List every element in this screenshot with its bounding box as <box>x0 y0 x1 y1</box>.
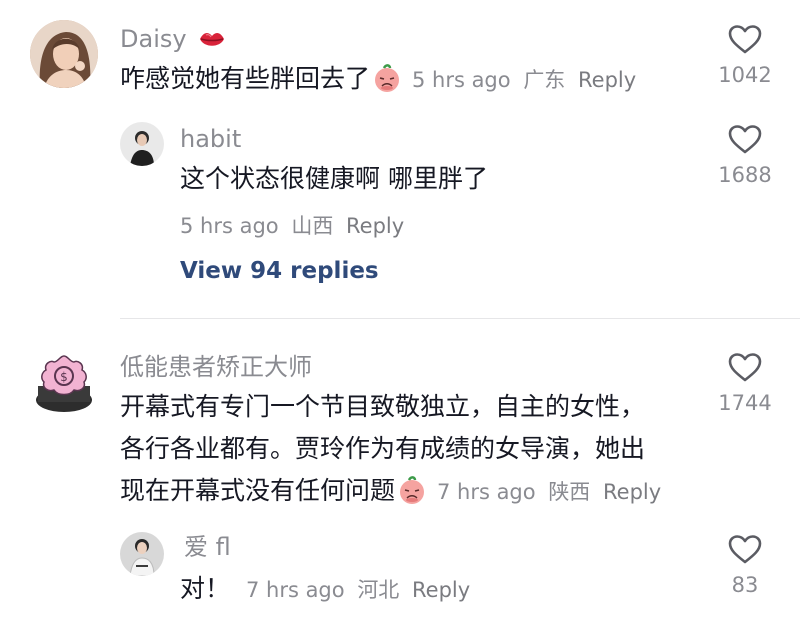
comment-text: 对！ 7 hrs ago 河北 Reply <box>180 568 470 611</box>
avatar-image <box>30 20 98 88</box>
comment-meta: 7 hrs ago 陕西 Reply <box>437 480 661 504</box>
like-count: 1042 <box>718 63 772 87</box>
username[interactable]: Daisy <box>120 24 228 58</box>
username-text[interactable]: Daisy <box>120 25 187 53</box>
username[interactable]: habit <box>180 124 241 154</box>
comment-meta: 5 hrs ago 广东 Reply <box>412 68 636 92</box>
peach-face-icon <box>397 475 427 518</box>
reply-button[interactable]: Reply <box>578 68 636 92</box>
avatar-image <box>120 532 164 576</box>
reply-button[interactable]: Reply <box>346 214 404 238</box>
timestamp: 7 hrs ago <box>245 578 345 602</box>
comment-meta: 5 hrs ago 山西 Reply <box>180 210 404 240</box>
location: 山西 <box>291 214 334 238</box>
heart-icon[interactable] <box>728 534 762 564</box>
lips-icon <box>198 28 226 58</box>
username[interactable]: 低能患者矫正大师 <box>120 352 312 382</box>
comment-meta: 7 hrs ago 河北 Reply <box>246 578 470 602</box>
like-button[interactable]: 83 <box>710 534 780 598</box>
avatar[interactable] <box>120 532 164 576</box>
avatar[interactable] <box>120 122 164 166</box>
comment-body: 现在开幕式没有任何问题 <box>120 476 396 505</box>
location: 河北 <box>357 578 400 602</box>
view-replies-link[interactable]: View 94 replies <box>180 258 379 284</box>
timestamp: 5 hrs ago <box>180 214 279 238</box>
divider <box>120 318 800 319</box>
reply-button[interactable]: Reply <box>603 480 661 504</box>
comment-body: 咋感觉她有些胖回去了 <box>120 64 371 93</box>
like-count: 1744 <box>718 391 772 415</box>
comment-line: 开幕式有专门一个节目致敬独立，自主的女性， <box>120 392 646 421</box>
avatar[interactable]: $ <box>30 350 98 418</box>
username[interactable]: 爱 fl <box>184 532 231 562</box>
avatar[interactable] <box>30 20 98 88</box>
heart-icon[interactable] <box>728 24 762 54</box>
comment-text: 这个状态很健康啊 哪里胖了 <box>180 164 488 193</box>
location: 广东 <box>523 68 566 92</box>
timestamp: 5 hrs ago <box>411 68 511 92</box>
reply-ai-fl: 爱 fl 对！ 7 hrs ago 河北 Reply 83 <box>0 520 800 625</box>
avatar-image <box>120 122 164 166</box>
comment-body: 对！ <box>180 574 231 603</box>
avatar-image: $ <box>30 350 98 418</box>
comment-text: 咋感觉她有些胖回去了 5 hrs ago 广东 Reply <box>120 58 636 106</box>
heart-icon[interactable] <box>728 352 762 382</box>
reply-button[interactable]: Reply <box>412 578 470 602</box>
like-count: 1688 <box>718 163 772 187</box>
comment-text: 开幕式有专门一个节目致敬独立，自主的女性， 各行各业都有。贾玲作为有成绩的女导演… <box>120 386 661 518</box>
svg-text:$: $ <box>60 370 68 384</box>
peach-face-icon <box>372 63 402 106</box>
comment-master: $ 低能患者矫正大师 开幕式有专门一个节目致敬独立，自主的女性， 各行各业都有。… <box>0 320 800 520</box>
comment-line: 各行各业都有。贾玲作为有成绩的女导演，她出 <box>120 434 646 463</box>
timestamp: 7 hrs ago <box>436 480 536 504</box>
like-button[interactable]: 1688 <box>710 124 780 188</box>
location: 陕西 <box>548 480 591 504</box>
like-button[interactable]: 1744 <box>710 352 780 416</box>
reply-habit: habit 这个状态很健康啊 哪里胖了 5 hrs ago 山西 Reply 1… <box>0 110 800 250</box>
comment-daisy: Daisy 咋感觉她有些胖回去了 5 hrs ago 广东 Reply 1042 <box>0 0 800 110</box>
like-count: 83 <box>731 573 759 597</box>
like-button[interactable]: 1042 <box>710 24 780 88</box>
heart-icon[interactable] <box>728 124 762 154</box>
comment-line: 现在开幕式没有任何问题 7 hrs ago 陕西 Reply <box>120 470 661 518</box>
